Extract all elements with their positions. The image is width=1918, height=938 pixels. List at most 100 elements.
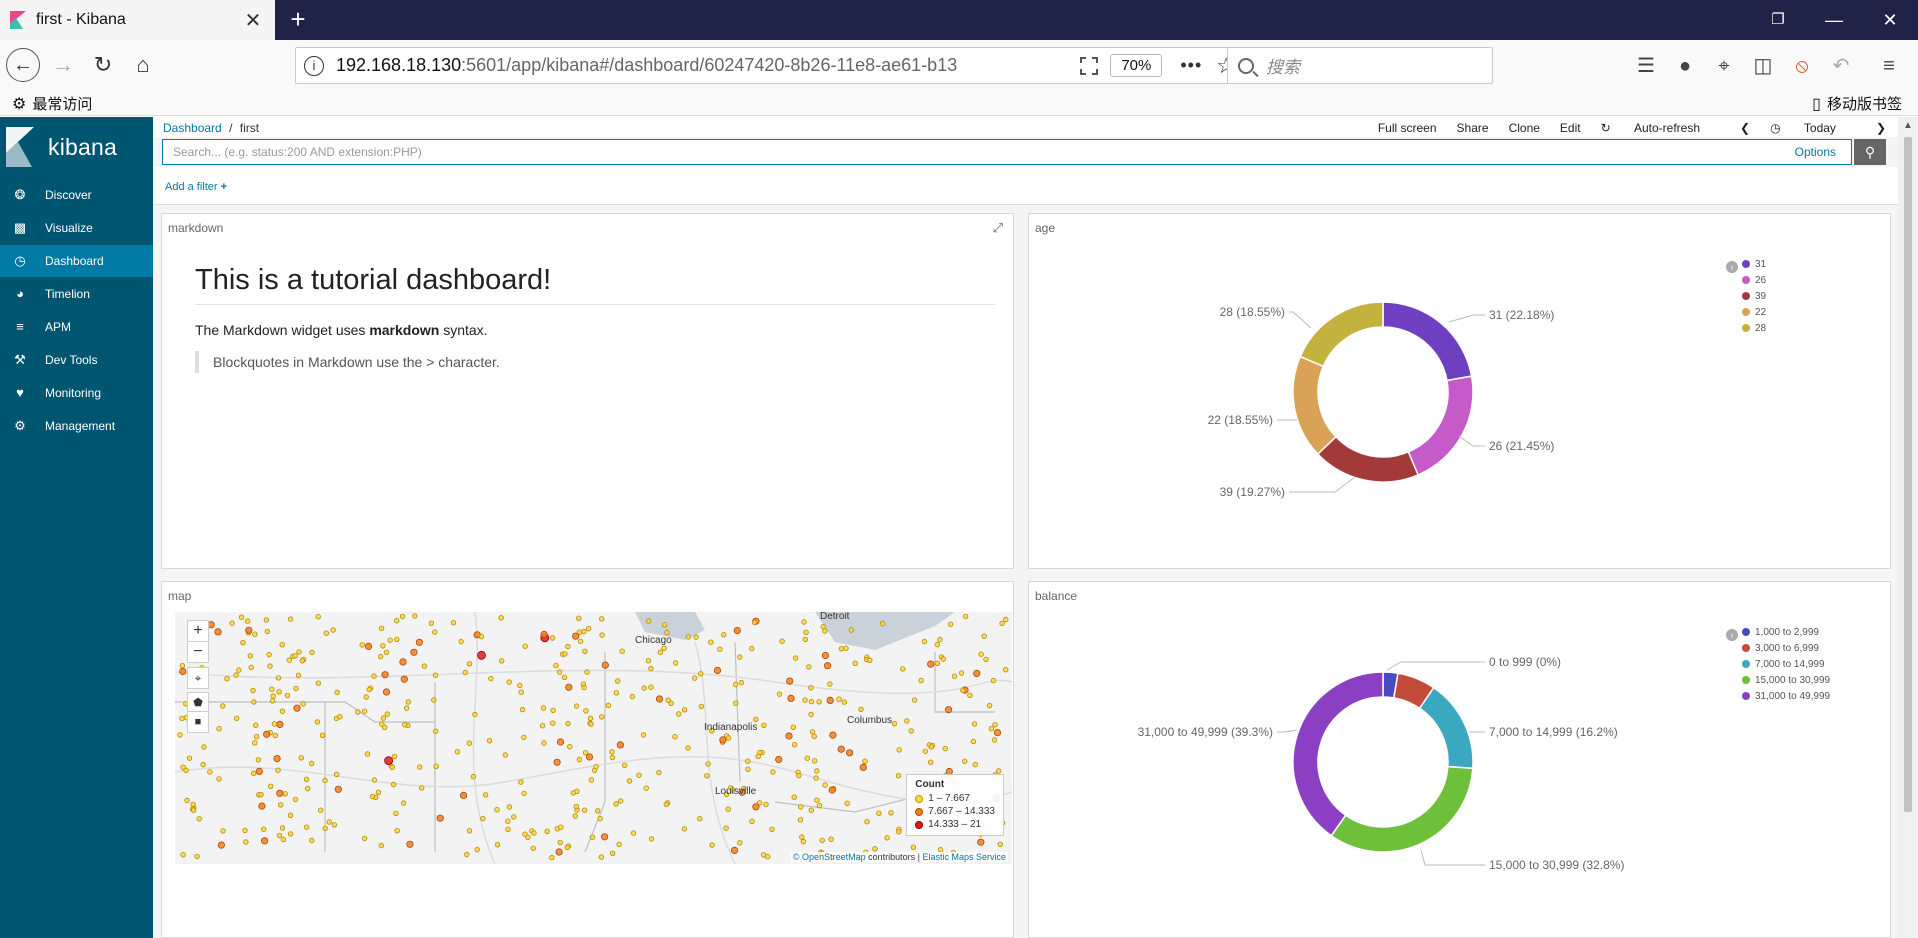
map-marker[interactable] bbox=[506, 804, 513, 810]
full-screen-button[interactable]: Full screen bbox=[1378, 121, 1437, 135]
map-marker[interactable] bbox=[709, 842, 715, 848]
map-marker[interactable] bbox=[698, 703, 705, 710]
map-marker[interactable] bbox=[371, 777, 378, 783]
map-marker[interactable] bbox=[410, 648, 418, 656]
map-marker[interactable] bbox=[458, 638, 464, 645]
map-marker[interactable] bbox=[558, 824, 564, 830]
map-marker[interactable] bbox=[389, 764, 395, 770]
url-text[interactable]: 192.168.18.130:5601/app/kibana#/dashboar… bbox=[336, 55, 1068, 76]
map-marker[interactable] bbox=[276, 832, 283, 839]
map-marker[interactable] bbox=[200, 761, 206, 768]
map-marker[interactable] bbox=[792, 655, 799, 661]
map-marker[interactable] bbox=[405, 699, 411, 705]
map-marker[interactable] bbox=[242, 827, 248, 834]
map-marker[interactable] bbox=[663, 801, 669, 807]
options-button[interactable]: Options bbox=[1795, 145, 1836, 159]
map-marker[interactable] bbox=[962, 613, 969, 620]
pie-slice[interactable] bbox=[1407, 375, 1474, 476]
map-marker[interactable] bbox=[986, 702, 993, 709]
draw-rectangle-icon[interactable]: ■ bbox=[187, 711, 209, 733]
map-marker[interactable] bbox=[381, 724, 388, 730]
pie-slice[interactable] bbox=[1316, 435, 1420, 483]
pie-slice[interactable] bbox=[1382, 301, 1473, 382]
map-marker[interactable] bbox=[988, 725, 995, 732]
map-marker[interactable] bbox=[813, 775, 819, 781]
map-marker[interactable] bbox=[550, 720, 556, 726]
map-marker[interactable] bbox=[303, 776, 310, 782]
map-marker[interactable] bbox=[214, 628, 222, 636]
map-marker[interactable] bbox=[421, 663, 428, 669]
map-marker[interactable] bbox=[326, 819, 332, 825]
map-marker[interactable] bbox=[613, 690, 620, 696]
map-marker[interactable] bbox=[661, 622, 668, 628]
map-marker[interactable] bbox=[798, 804, 804, 810]
query-input[interactable]: Search... (e.g. status:200 AND extension… bbox=[162, 139, 1852, 165]
map-marker[interactable] bbox=[293, 704, 301, 712]
map-marker[interactable] bbox=[910, 844, 917, 850]
map-marker[interactable] bbox=[247, 653, 253, 659]
map-marker[interactable] bbox=[576, 756, 583, 763]
map-marker[interactable] bbox=[862, 758, 868, 764]
map-marker[interactable] bbox=[588, 777, 594, 783]
map-marker[interactable] bbox=[1003, 667, 1009, 673]
map-marker[interactable] bbox=[505, 818, 511, 824]
map-marker[interactable] bbox=[801, 619, 807, 625]
map-marker[interactable] bbox=[494, 841, 501, 848]
map-marker[interactable] bbox=[486, 737, 493, 744]
map-marker[interactable] bbox=[981, 633, 987, 639]
map-marker[interactable] bbox=[286, 657, 292, 663]
map-marker[interactable] bbox=[380, 643, 386, 649]
map-marker[interactable] bbox=[553, 662, 559, 669]
map-marker[interactable] bbox=[597, 815, 603, 822]
map-marker[interactable] bbox=[978, 651, 984, 657]
map-marker[interactable] bbox=[432, 629, 438, 635]
map-marker[interactable] bbox=[721, 632, 727, 638]
map-marker[interactable] bbox=[505, 826, 511, 832]
clone-button[interactable]: Clone bbox=[1509, 121, 1540, 135]
map-marker[interactable] bbox=[648, 665, 654, 672]
map-marker[interactable] bbox=[737, 840, 743, 846]
map-marker[interactable] bbox=[299, 658, 305, 664]
map-marker[interactable] bbox=[717, 646, 723, 652]
map-marker[interactable] bbox=[574, 788, 580, 794]
map-marker[interactable] bbox=[565, 643, 571, 650]
map-marker[interactable] bbox=[908, 728, 914, 734]
map-marker[interactable] bbox=[960, 687, 966, 694]
legend-item[interactable]: 15,000 to 30,999 bbox=[1742, 672, 1830, 688]
map-marker[interactable] bbox=[394, 636, 400, 642]
map-marker[interactable] bbox=[201, 744, 207, 750]
map-marker[interactable] bbox=[394, 827, 400, 834]
sidebar-item-management[interactable]: ⚙ Management bbox=[0, 410, 153, 442]
map-marker[interactable] bbox=[406, 840, 414, 848]
map-marker[interactable] bbox=[859, 763, 867, 771]
map-marker[interactable] bbox=[277, 802, 284, 808]
legend-item[interactable]: 22 bbox=[1742, 304, 1766, 320]
map-marker[interactable] bbox=[928, 744, 934, 750]
map-marker[interactable] bbox=[216, 725, 222, 732]
map-marker[interactable] bbox=[841, 699, 847, 705]
map-marker[interactable] bbox=[999, 620, 1005, 627]
map-marker[interactable] bbox=[991, 737, 998, 743]
map-marker[interactable] bbox=[361, 708, 368, 714]
map-marker[interactable] bbox=[381, 671, 389, 679]
map-marker[interactable] bbox=[541, 740, 547, 746]
map-marker[interactable] bbox=[415, 638, 423, 646]
map-marker[interactable] bbox=[944, 706, 953, 714]
map-marker[interactable] bbox=[872, 846, 878, 852]
map-marker[interactable] bbox=[250, 687, 256, 694]
map-canvas[interactable] bbox=[175, 612, 1012, 864]
map-marker[interactable] bbox=[796, 772, 802, 779]
map-marker[interactable] bbox=[180, 851, 186, 858]
map-marker[interactable] bbox=[525, 834, 531, 840]
map-marker[interactable] bbox=[573, 803, 579, 810]
map-marker[interactable] bbox=[361, 835, 368, 842]
map-marker[interactable] bbox=[267, 783, 274, 789]
map-marker[interactable] bbox=[287, 616, 294, 622]
map-marker[interactable] bbox=[233, 672, 239, 678]
map-marker[interactable] bbox=[616, 741, 624, 749]
map-marker[interactable] bbox=[518, 779, 524, 785]
map-marker[interactable] bbox=[375, 789, 382, 795]
map-marker[interactable] bbox=[494, 806, 500, 813]
map-marker[interactable] bbox=[816, 802, 823, 809]
sidebar-item-dashboard[interactable]: ◷ Dashboard bbox=[0, 245, 153, 277]
